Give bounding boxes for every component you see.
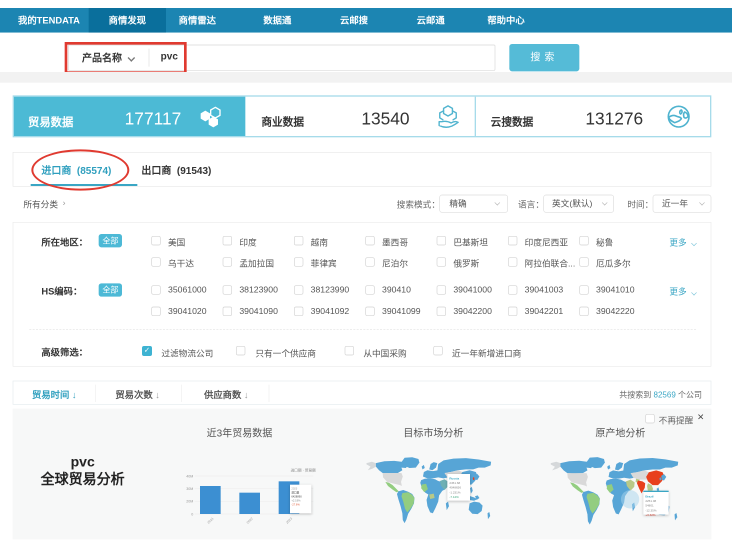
svg-text:2023: 2023	[285, 517, 293, 525]
svg-text:2022: 2022	[246, 517, 254, 525]
svg-text:40M: 40M	[186, 474, 193, 478]
svg-text:2021: 2021	[206, 517, 214, 525]
svg-text:20M: 20M	[186, 500, 193, 504]
svg-text:0: 0	[191, 512, 193, 516]
svg-text:进口额 · 贸易额: 进口额 · 贸易额	[291, 467, 317, 472]
svg-text:30M: 30M	[186, 487, 193, 491]
